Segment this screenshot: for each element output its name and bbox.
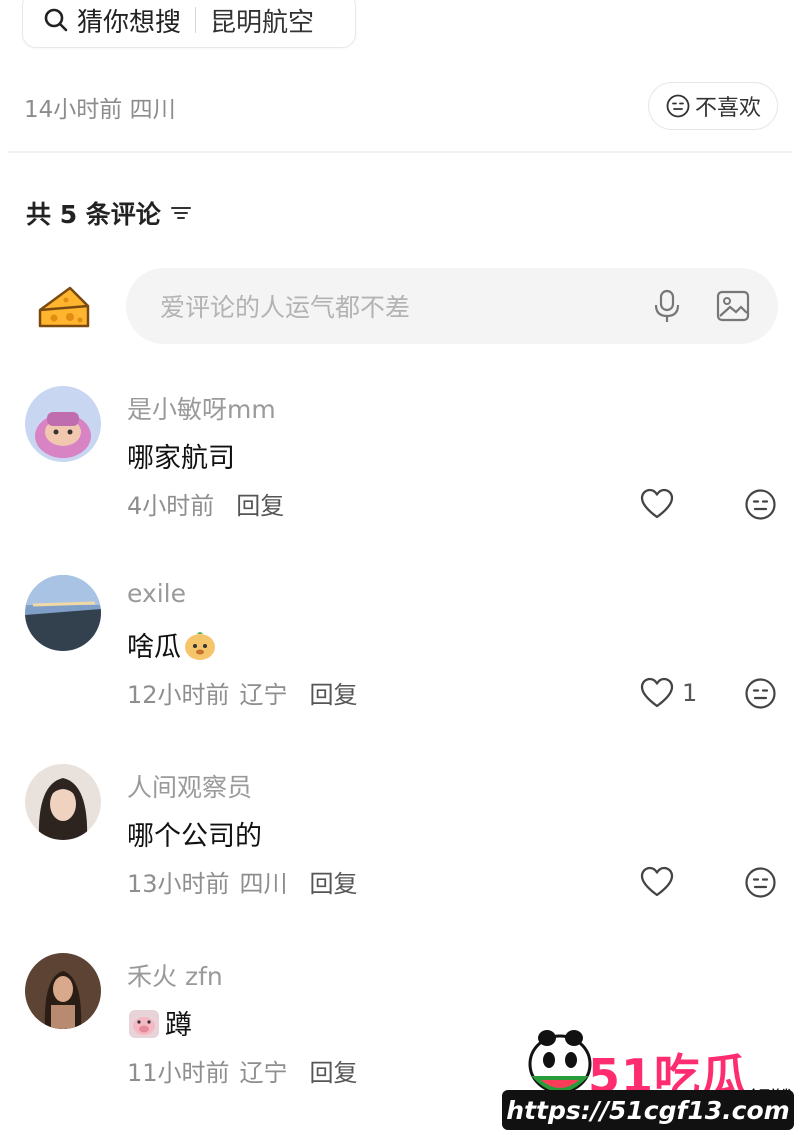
pig-emoji-icon [129,1009,159,1038]
reply-button[interactable]: 回复 [310,1053,358,1088]
avatar[interactable] [25,764,101,840]
cheese-avatar-icon [38,286,90,328]
comment-meta: 11小时前 辽宁 回复 [127,1053,358,1088]
comment-username[interactable]: 禾火 zfn [127,957,223,993]
comment-meta: 4小时前 回复 [127,486,284,521]
reply-button[interactable]: 回复 [310,675,358,710]
heart-icon [640,866,674,897]
dislike-label: 不喜欢 [694,96,761,121]
comment-text: 蹲 [127,1003,192,1042]
reply-button[interactable]: 回复 [310,864,358,899]
like-count: 1 [682,679,698,707]
search-suggestion[interactable]: 猜你想搜 昆明航空 [22,0,356,48]
heart-icon [640,677,674,708]
like-button[interactable] [640,866,682,898]
avatar-image [25,953,101,1029]
avatar[interactable] [25,386,101,462]
dislike-face-icon[interactable] [744,488,777,521]
section-divider [8,151,792,153]
sort-icon [170,207,191,219]
like-button[interactable]: 1 [640,677,697,709]
comment-time: 13小时前 [127,870,230,898]
watermark-url: https://51cgf13.com [502,1090,794,1130]
avatar-image [25,764,101,840]
comment-location: 辽宁 [239,681,288,709]
image-icon[interactable] [716,289,750,323]
dislike-face-icon[interactable] [744,677,777,710]
comment-sort[interactable]: 共 5 条评论 [26,195,193,231]
search-icon [44,8,68,32]
reply-button[interactable]: 回复 [236,486,284,521]
avatar-image [25,386,101,462]
comment-username[interactable]: exile [127,579,186,608]
dislike-face-icon[interactable] [744,866,777,899]
avatar-image [25,575,101,651]
post-time-location: 14小时前 四川 [24,97,176,123]
search-prefix: 猜你想搜 [77,7,182,38]
comment-text: 哪个公司的 [127,821,262,852]
avatar[interactable] [25,953,101,1029]
comment-item: 人间观察员 哪个公司的 13小时前 四川 回复 [0,764,800,934]
divider [195,7,197,33]
comment-count: 共 5 条评论 [26,200,161,229]
comment-username[interactable]: 是小敏呀mm [127,390,276,426]
heart-icon [640,488,674,519]
search-keyword[interactable]: 昆明航空 [210,2,314,39]
comment-time: 11小时前 [127,1059,230,1087]
comment-text: 哪家航司 [127,443,235,474]
comment-input[interactable]: 爱评论的人运气都不差 [126,268,778,344]
comment-location: 四川 [239,870,288,898]
comment-item: exile 啥瓜 12小时前 辽宁 回复 1 [0,575,800,745]
melon-emoji-icon [185,631,215,660]
comment-meta: 12小时前 辽宁 回复 [127,675,358,710]
comment-time: 12小时前 [127,681,230,709]
comment-time: 4小时前 [127,492,215,520]
microphone-icon[interactable] [652,289,682,323]
comment-text: 啥瓜 [127,625,217,664]
comment-meta: 13小时前 四川 回复 [127,864,358,899]
neutral-face-icon [666,94,690,118]
avatar[interactable] [25,575,101,651]
like-button[interactable] [640,488,682,520]
comment-location: 辽宁 [239,1059,288,1087]
dislike-button[interactable]: 不喜欢 [648,82,778,130]
comment-input-placeholder: 爱评论的人运气都不差 [160,293,411,322]
comment-item: 是小敏呀mm 哪家航司 4小时前 回复 [0,386,800,556]
comment-username[interactable]: 人间观察员 [127,768,252,804]
